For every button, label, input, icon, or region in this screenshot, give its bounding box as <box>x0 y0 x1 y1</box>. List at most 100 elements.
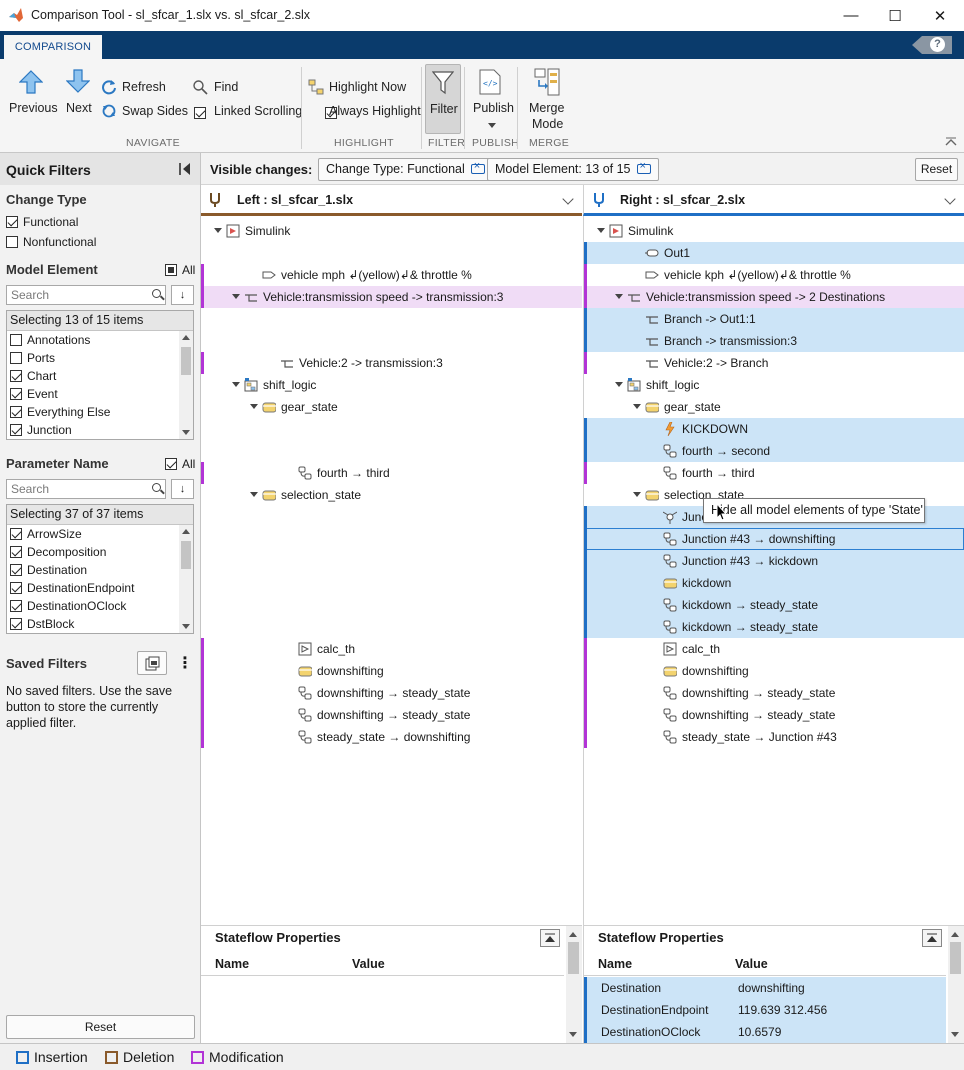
model-element-all-checkbox[interactable] <box>165 264 177 276</box>
list-item[interactable]: Event <box>7 385 193 403</box>
collapse-ribbon-icon[interactable] <box>945 137 957 147</box>
tree-row[interactable]: gear_state <box>584 396 964 418</box>
expand-toggle-icon[interactable] <box>633 492 641 497</box>
find-button[interactable]: Find <box>214 80 238 94</box>
tree-row[interactable]: vehicle kph ↲(yellow)↲& throttle % <box>584 264 964 286</box>
arrow-up-icon[interactable] <box>19 70 43 94</box>
tree-row[interactable]: kickdown <box>584 572 964 594</box>
list-item[interactable]: Everything Else <box>7 403 193 421</box>
list-item[interactable]: DstBlock <box>7 615 193 633</box>
reset-visible-changes-button[interactable]: Reset <box>915 158 958 181</box>
expand-toggle-icon[interactable] <box>214 228 222 233</box>
highlight-now-button[interactable]: Highlight Now <box>329 80 406 94</box>
left-pane-menu-icon[interactable] <box>562 193 574 205</box>
model-element-all[interactable]: All <box>165 263 195 277</box>
swap-sides-button[interactable]: Swap Sides <box>122 104 188 118</box>
parameter-name-all-checkbox[interactable] <box>165 458 177 470</box>
tree-row[interactable]: gear_state <box>201 396 582 418</box>
tree-row[interactable]: downshifting → steady_state <box>201 704 582 726</box>
publish-icon[interactable]: </> <box>479 69 501 95</box>
tree-row[interactable]: shift_logic <box>584 374 964 396</box>
swap-sides-icon[interactable] <box>101 103 117 119</box>
tree-row[interactable]: Vehicle:2 -> transmission:3 <box>201 352 582 374</box>
tree-row[interactable]: downshifting <box>201 660 582 682</box>
functional-filter[interactable]: Functional <box>6 215 78 229</box>
tree-row[interactable]: Out1 <box>584 242 964 264</box>
minimize-button[interactable]: — <box>828 0 874 31</box>
publish-dropdown-icon[interactable] <box>488 123 496 128</box>
functional-checkbox[interactable] <box>6 216 18 228</box>
more-options-icon[interactable]: ⋮ <box>177 653 193 673</box>
publish-button[interactable]: Publish <box>473 101 514 115</box>
save-filter-button[interactable] <box>137 651 167 675</box>
close-button[interactable]: ✕ <box>917 0 963 31</box>
previous-button[interactable]: Previous <box>9 101 58 115</box>
tab-comparison[interactable]: COMPARISON <box>4 35 102 59</box>
collapse-properties-button[interactable] <box>540 929 560 947</box>
filter-chip-model-element[interactable]: Model Element: 13 of 15 <box>487 158 659 181</box>
tree-row[interactable]: selection_state <box>201 484 582 506</box>
refresh-button[interactable]: Refresh <box>122 80 166 94</box>
merge-mode-icon[interactable] <box>534 68 560 96</box>
collapse-panel-icon[interactable] <box>178 162 192 176</box>
tree-row[interactable]: calc_th <box>201 638 582 660</box>
tree-row[interactable]: Simulink <box>201 220 582 242</box>
arrow-down-icon[interactable] <box>66 69 90 93</box>
list-item[interactable]: ArrowSize <box>7 525 193 543</box>
tree-row[interactable]: Vehicle:2 -> Branch <box>584 352 964 374</box>
tree-row[interactable]: downshifting → steady_state <box>584 682 964 704</box>
refresh-icon[interactable] <box>101 79 117 95</box>
tree-row[interactable]: fourth → second <box>584 440 964 462</box>
tree-row[interactable]: Junction #43 → kickdown <box>584 550 964 572</box>
merge-mode-button[interactable]: Merge <box>529 101 564 115</box>
nonfunctional-filter[interactable]: Nonfunctional <box>6 235 96 249</box>
filter-button[interactable]: Filter <box>425 64 461 134</box>
tree-row[interactable]: fourth → third <box>584 462 964 484</box>
tree-row[interactable]: calc_th <box>584 638 964 660</box>
expand-toggle-icon[interactable] <box>232 294 240 299</box>
nonfunctional-checkbox[interactable] <box>6 236 18 248</box>
list-item[interactable]: DestinationOClock <box>7 597 193 615</box>
highlight-now-icon[interactable] <box>308 79 324 95</box>
model-element-scrollbar[interactable] <box>179 331 193 439</box>
tree-row[interactable]: Vehicle:transmission speed -> 2 Destinat… <box>584 286 964 308</box>
list-item[interactable]: Junction <box>7 421 193 439</box>
tree-row[interactable]: kickdown → steady_state <box>584 594 964 616</box>
tree-row[interactable]: Junction #43 → downshifting <box>584 528 964 550</box>
parameter-name-all[interactable]: All <box>165 457 195 471</box>
tree-row[interactable]: downshifting → steady_state <box>201 682 582 704</box>
linked-scrolling-checkbox[interactable] <box>194 106 206 119</box>
tree-row[interactable]: Branch -> Out1:1 <box>584 308 964 330</box>
tree-row[interactable]: shift_logic <box>201 374 582 396</box>
expand-toggle-icon[interactable] <box>633 404 641 409</box>
property-row[interactable]: Destination downshifting <box>584 977 946 999</box>
help-button[interactable]: ? <box>912 36 952 54</box>
tree-row[interactable]: vehicle mph ↲(yellow)↲& throttle % <box>201 264 582 286</box>
tree-row[interactable]: downshifting → steady_state <box>584 704 964 726</box>
expand-toggle-icon[interactable] <box>232 382 240 387</box>
filter-chip-change-type[interactable]: Change Type: Functional <box>318 158 493 181</box>
tree-row[interactable]: steady_state → downshifting <box>201 726 582 748</box>
next-button[interactable]: Next <box>66 101 92 115</box>
tree-row[interactable]: steady_state → Junction #43 <box>584 726 964 748</box>
list-item[interactable]: Ports <box>7 349 193 367</box>
list-item[interactable]: Destination <box>7 561 193 579</box>
parameter-name-sort-button[interactable]: ↓ <box>171 479 194 499</box>
parameter-name-scrollbar[interactable] <box>179 525 193 633</box>
property-row[interactable]: DestinationEndpoint 119.639 312.456 <box>584 999 946 1021</box>
model-element-search-input[interactable]: Search <box>6 285 166 305</box>
list-item[interactable]: Chart <box>7 367 193 385</box>
model-element-sort-button[interactable]: ↓ <box>171 285 194 305</box>
expand-toggle-icon[interactable] <box>250 492 258 497</box>
tree-row[interactable]: Branch -> transmission:3 <box>584 330 964 352</box>
tree-row[interactable]: KICKDOWN <box>584 418 964 440</box>
parameter-name-search-input[interactable]: Search <box>6 479 166 499</box>
tree-row[interactable]: downshifting <box>584 660 964 682</box>
right-pane-menu-icon[interactable] <box>944 193 956 205</box>
maximize-button[interactable]: ☐ <box>872 0 918 31</box>
find-icon[interactable] <box>192 79 208 95</box>
tree-row[interactable]: fourth → third <box>201 462 582 484</box>
remove-chip-icon[interactable] <box>636 160 651 174</box>
right-properties-scrollbar[interactable] <box>948 926 964 1043</box>
remove-chip-icon[interactable] <box>470 160 485 174</box>
